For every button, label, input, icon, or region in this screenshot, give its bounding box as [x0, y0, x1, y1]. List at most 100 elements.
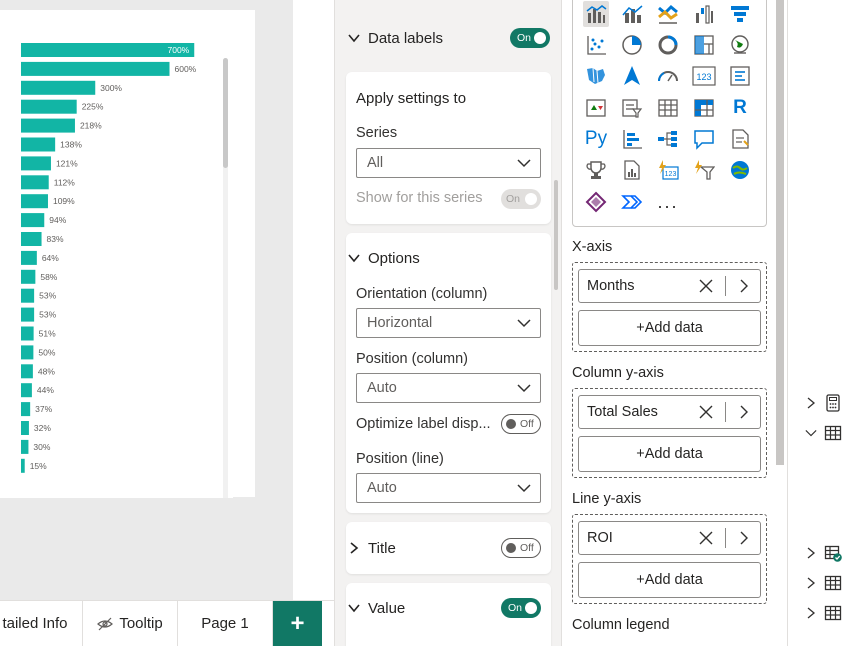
scatter-chart-icon[interactable]	[583, 32, 609, 58]
arcgis-map-icon[interactable]	[727, 157, 753, 183]
bar-19[interactable]	[21, 383, 32, 398]
multi-row-card-icon[interactable]	[727, 63, 753, 89]
table-checked-icon	[824, 545, 842, 562]
treemap-icon[interactable]	[691, 32, 717, 58]
bar-15[interactable]	[21, 307, 35, 322]
bar-9[interactable]	[21, 194, 48, 209]
table-icon[interactable]	[655, 95, 681, 121]
tree-item-table-checked[interactable]	[802, 543, 843, 563]
tab-page-1[interactable]: Page 1	[178, 601, 273, 646]
close-icon[interactable]	[699, 531, 713, 545]
position-column-dropdown[interactable]: Auto	[356, 373, 541, 403]
slicer-icon[interactable]	[619, 95, 645, 121]
pie-chart-icon[interactable]	[619, 32, 645, 58]
bar-18[interactable]	[21, 364, 33, 379]
tree-item-table-expanded[interactable]	[802, 423, 843, 443]
show-for-series-toggle[interactable]: On	[501, 189, 541, 209]
bar-20[interactable]	[21, 402, 31, 417]
bar-21[interactable]	[21, 421, 29, 435]
bar-10[interactable]	[21, 213, 45, 228]
table-icon	[824, 425, 842, 441]
funnel-chart-icon[interactable]	[727, 1, 753, 27]
map-globe-icon[interactable]	[727, 32, 753, 58]
bar-23[interactable]	[21, 458, 25, 473]
ribbon-chart-icon[interactable]	[655, 1, 681, 27]
bar-chart[interactable]: 700% 600% 300% 225% 218% 138% 121% 112% 109% 94% 8…	[0, 32, 233, 498]
bar-17[interactable]	[21, 345, 34, 360]
close-icon[interactable]	[699, 279, 713, 293]
filled-map-icon[interactable]	[583, 63, 609, 89]
bar-12[interactable]	[21, 250, 37, 265]
bar-22[interactable]	[21, 439, 29, 454]
gauge-icon[interactable]	[655, 63, 681, 89]
column-y-axis-field-pill[interactable]: Total Sales	[578, 395, 761, 429]
line-y-axis-field-pill[interactable]: ROI	[578, 521, 761, 555]
chevron-right-icon[interactable]	[739, 405, 749, 419]
bar-2[interactable]	[21, 61, 170, 76]
position-column-label: Position (column)	[356, 351, 469, 367]
azure-map-icon[interactable]	[619, 63, 645, 89]
tab-detailed-info[interactable]: tailed Info	[0, 601, 83, 646]
python-visual-icon[interactable]: Py	[583, 126, 609, 152]
bar-chart-visual[interactable]: 700% 600% 300% 225% 218% 138% 121% 112% 109% 94% 8…	[0, 32, 233, 498]
x-axis-field-pill[interactable]: Months	[578, 269, 761, 303]
chevron-right-icon[interactable]	[739, 531, 749, 545]
waterfall-chart-icon[interactable]	[691, 1, 717, 27]
visualizations-scrollbar[interactable]	[776, 0, 784, 465]
title-toggle[interactable]: Off	[501, 538, 541, 558]
power-apps-card-icon[interactable]: 123	[655, 157, 681, 183]
format-pane-scrollbar[interactable]	[554, 180, 558, 290]
bar-16[interactable]	[21, 326, 34, 341]
line-y-axis-add-data-button[interactable]: +Add data	[578, 562, 761, 598]
options-header[interactable]: Options	[335, 240, 561, 276]
close-icon[interactable]	[699, 405, 713, 419]
tab-tooltip[interactable]: Tooltip	[83, 601, 178, 646]
orientation-dropdown[interactable]: Horizontal	[356, 308, 541, 338]
chevron-right-icon	[807, 547, 816, 559]
bar-4[interactable]	[21, 99, 77, 114]
column-y-axis-well[interactable]: Total Sales +Add data	[572, 388, 767, 478]
bar-5[interactable]	[21, 118, 75, 133]
bar-6[interactable]	[21, 137, 56, 152]
bar-7[interactable]	[21, 156, 51, 171]
x-axis-add-data-button[interactable]: +Add data	[578, 310, 761, 346]
bar-11[interactable]	[21, 232, 42, 246]
power-automate-flow-icon[interactable]	[619, 189, 645, 215]
card-icon[interactable]: 123	[691, 63, 717, 89]
bar-14[interactable]	[21, 288, 35, 303]
power-apps-icon[interactable]	[583, 189, 609, 215]
line-clustered-column-chart-icon[interactable]	[583, 1, 609, 27]
line-y-axis-well[interactable]: ROI +Add data	[572, 514, 767, 604]
more-visuals-icon[interactable]: ...	[655, 189, 681, 215]
paginated-report-icon[interactable]	[619, 157, 645, 183]
power-automate-icon[interactable]	[691, 157, 717, 183]
r-visual-icon[interactable]: R	[727, 95, 753, 121]
bar-3[interactable]	[21, 80, 96, 95]
key-influencers-icon[interactable]	[619, 126, 645, 152]
series-dropdown[interactable]: All	[356, 148, 541, 178]
tree-item-table[interactable]	[802, 603, 843, 623]
tree-item-measures[interactable]	[802, 393, 843, 413]
decomposition-tree-icon[interactable]	[655, 126, 681, 152]
line-stacked-column-chart-icon[interactable]	[619, 1, 645, 27]
trophy-icon[interactable]	[583, 157, 609, 183]
optimize-toggle[interactable]: Off	[501, 414, 541, 434]
position-line-dropdown[interactable]: Auto	[356, 473, 541, 503]
column-y-axis-add-data-button[interactable]: +Add data	[578, 436, 761, 472]
bar-8[interactable]	[21, 175, 49, 190]
x-axis-well[interactable]: Months +Add data	[572, 262, 767, 352]
donut-chart-icon[interactable]	[655, 32, 681, 58]
matrix-icon[interactable]	[691, 95, 717, 121]
kpi-icon[interactable]	[583, 95, 609, 121]
smart-narrative-icon[interactable]	[727, 126, 753, 152]
add-page-button[interactable]: +	[273, 601, 322, 646]
chart-scroll-thumb[interactable]	[223, 58, 228, 168]
bar-13[interactable]	[21, 269, 36, 284]
tree-item-table[interactable]	[802, 573, 843, 593]
toggle-knob	[534, 32, 546, 44]
value-toggle[interactable]: On	[501, 598, 541, 618]
data-labels-toggle[interactable]: On	[510, 28, 550, 48]
qa-visual-icon[interactable]	[691, 126, 717, 152]
chevron-right-icon[interactable]	[739, 279, 749, 293]
chart-scrollbar[interactable]	[223, 58, 228, 498]
